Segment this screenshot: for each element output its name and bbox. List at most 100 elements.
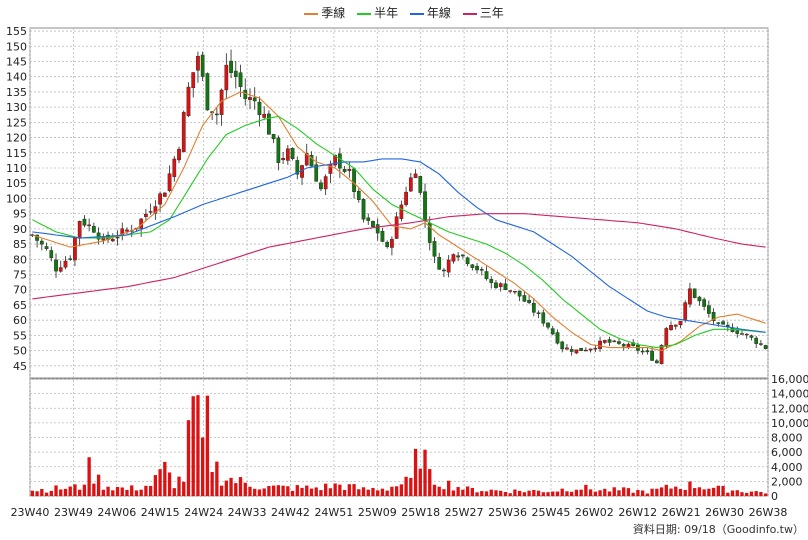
candle-body xyxy=(531,302,536,313)
candle-body xyxy=(158,193,162,205)
volume-bar xyxy=(418,468,422,496)
candle-body xyxy=(58,267,63,272)
volume-bar xyxy=(636,489,640,496)
x-tick-label: 24W24 xyxy=(184,506,223,519)
candle-body xyxy=(323,176,328,190)
candle-body xyxy=(285,148,290,161)
price-tick-label: 100 xyxy=(6,192,27,205)
volume-bar xyxy=(508,493,512,496)
candle-body xyxy=(560,341,565,350)
candle-body xyxy=(375,224,380,234)
candle-body xyxy=(148,211,153,213)
volume-bar xyxy=(376,490,380,496)
candle-body xyxy=(749,335,754,338)
volume-bar xyxy=(30,490,35,496)
volume-bar xyxy=(669,488,673,496)
volume-bar xyxy=(640,490,645,496)
volume-bar xyxy=(267,485,271,496)
candle-body xyxy=(574,349,579,354)
candle-body xyxy=(162,192,167,197)
candle-body xyxy=(588,348,593,351)
volume-bar xyxy=(144,485,148,496)
volume-bar xyxy=(688,481,692,496)
volume-bar xyxy=(201,437,205,496)
volume-bar xyxy=(361,487,366,496)
candle-body xyxy=(63,260,68,268)
candle-body xyxy=(763,345,768,349)
volume-bar xyxy=(555,491,560,496)
candle-body xyxy=(110,238,115,242)
price-tick-label: 105 xyxy=(6,177,27,190)
candle-body xyxy=(612,340,617,343)
volume-tick-label: 12,000 xyxy=(771,402,808,415)
volume-bar xyxy=(134,490,139,496)
candle-body xyxy=(470,264,475,268)
candle-body xyxy=(68,258,73,260)
volume-bar xyxy=(565,491,569,496)
candle-body xyxy=(319,182,323,190)
candle-body xyxy=(475,265,479,271)
candle-body xyxy=(77,221,82,239)
volume-bar xyxy=(461,489,465,496)
volume-bar xyxy=(295,485,299,496)
candle-body xyxy=(115,236,120,239)
price-tick-label: 145 xyxy=(6,55,27,68)
candle-body xyxy=(640,350,645,353)
x-tick-label: 26W12 xyxy=(618,506,657,519)
volume-bar xyxy=(394,486,399,496)
volume-bar xyxy=(106,486,110,496)
volume-bar xyxy=(598,490,602,496)
volume-bar xyxy=(111,490,115,496)
volume-bar xyxy=(735,490,739,496)
x-tick-label: 26W21 xyxy=(662,506,701,519)
volume-bar xyxy=(243,482,247,496)
candle-body xyxy=(735,330,740,334)
price-tick-label: 55 xyxy=(13,329,27,342)
volume-bar xyxy=(120,487,124,496)
candle-body xyxy=(233,70,238,77)
candle-body xyxy=(484,271,489,280)
volume-bar xyxy=(711,487,716,496)
price-tick-label: 125 xyxy=(6,116,27,129)
candle-body xyxy=(555,332,560,344)
volume-bar xyxy=(513,489,517,496)
x-tick-label: 26W02 xyxy=(575,506,614,519)
candle-body xyxy=(579,348,583,351)
volume-bar xyxy=(215,461,219,496)
candle-body xyxy=(200,54,205,77)
candle-body xyxy=(697,296,702,302)
candle-body xyxy=(451,254,456,262)
price-tick-label: 95 xyxy=(13,208,27,221)
x-tick-label: 25W09 xyxy=(358,506,397,519)
volume-bar xyxy=(456,487,460,496)
volume-bar xyxy=(286,486,290,496)
candle-body xyxy=(418,176,423,193)
volume-bar xyxy=(726,492,730,496)
candle-body xyxy=(380,230,385,242)
volume-bar xyxy=(532,489,536,496)
volume-bar xyxy=(234,483,238,496)
volume-bar xyxy=(541,492,545,496)
volume-bar xyxy=(626,488,631,496)
candle-body xyxy=(645,350,650,353)
volume-bar xyxy=(281,485,285,496)
volume-bar xyxy=(428,469,432,496)
candle-body xyxy=(44,246,49,249)
volume-tick-label: 0 xyxy=(771,490,778,503)
candle-body xyxy=(683,302,688,320)
volume-bar xyxy=(229,477,233,496)
volume-bar xyxy=(631,492,635,496)
candle-body xyxy=(361,199,366,220)
price-tick-label: 80 xyxy=(13,253,27,266)
candle-body xyxy=(276,137,281,163)
volume-bar xyxy=(357,489,361,496)
volume-tick-label: 6,000 xyxy=(771,446,803,459)
candle-body xyxy=(87,224,91,227)
candle-body xyxy=(536,312,541,314)
candle-body xyxy=(744,333,749,336)
x-tick-label: 25W45 xyxy=(532,506,571,519)
volume-bar xyxy=(678,489,683,496)
candle-body xyxy=(215,113,219,116)
candle-body xyxy=(281,157,285,161)
candle-body xyxy=(494,282,498,288)
